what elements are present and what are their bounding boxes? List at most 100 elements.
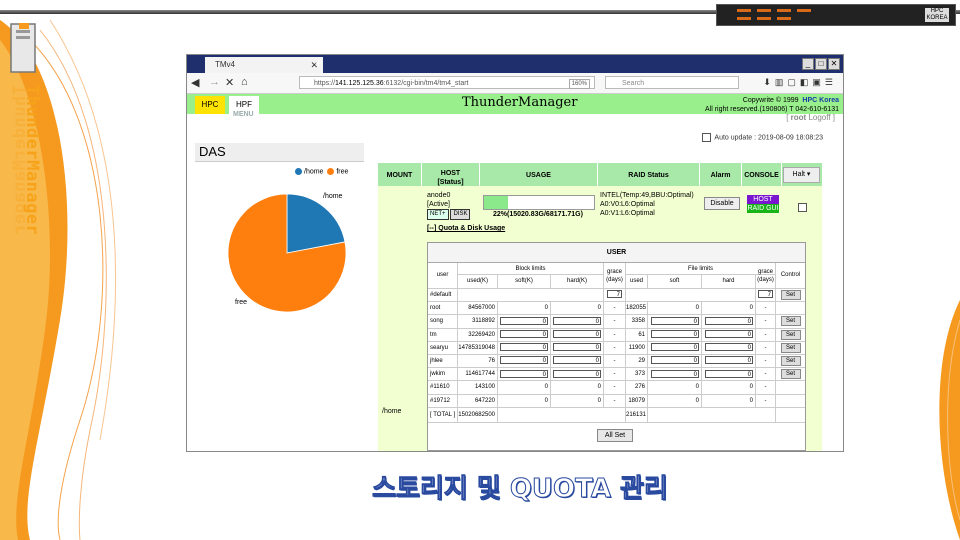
cell-hard-input[interactable]: 0: [705, 369, 753, 378]
col-fgrace: grace (days): [756, 263, 776, 288]
cell-hard-input[interactable]: 0: [705, 343, 753, 352]
cell-hard-k: 0: [551, 302, 604, 315]
cell-hard-k: 0: [551, 341, 604, 354]
cell-soft-k-input[interactable]: 0: [500, 316, 548, 325]
cell-grace: -: [604, 341, 626, 354]
cell-fgrace: -: [756, 354, 776, 368]
all-set-button[interactable]: All Set: [597, 429, 633, 442]
cell-used-k: 76: [458, 354, 498, 368]
table-row: jwkim 114617744 0 0-373 0 0- Set: [428, 368, 805, 382]
cell-control: Set: [776, 368, 805, 380]
toolbar-icons[interactable]: ⬇▥▢◧▣☰: [763, 77, 837, 88]
table-row: #19712 647220 0 0-18079 0 0-: [428, 394, 805, 408]
cell-hard-input[interactable]: 0: [705, 356, 753, 365]
set-button[interactable]: Set: [780, 329, 801, 340]
cell-hard: 0: [702, 394, 756, 407]
default-grace: 7: [604, 289, 626, 302]
copyright-line2: All right reserved.(190806) T 042-610-61…: [705, 106, 839, 113]
cell-hard-k-input[interactable]: 0: [553, 356, 601, 365]
cell-soft-input[interactable]: 0: [651, 329, 699, 338]
logoff-link[interactable]: Logoff: [808, 113, 830, 122]
cell-user: jwkim: [428, 368, 458, 381]
tab-hpc[interactable]: HPC: [195, 96, 225, 114]
cell-grace: -: [604, 394, 626, 407]
zoom-level[interactable]: 160%: [568, 79, 590, 89]
cell-control: Set: [776, 329, 805, 341]
cell-soft-k: 0: [498, 315, 551, 328]
brand-vertical: ThunderManager ThunderManager: [10, 85, 42, 265]
home-icon[interactable]: ⌂: [241, 76, 248, 88]
back-icon[interactable]: ◀: [191, 76, 199, 89]
close-window-icon[interactable]: ✕: [828, 58, 840, 70]
row-checkbox[interactable]: [798, 199, 807, 217]
col-grace: grace (days): [604, 263, 626, 288]
halt-select[interactable]: Halt ▾: [783, 167, 820, 183]
alarm-disable-button[interactable]: Disable: [704, 197, 740, 210]
cell-used: 276: [626, 381, 648, 394]
forward-icon[interactable]: →: [209, 76, 220, 88]
table-row: tm 32269420 0 0-61 0 0- Set: [428, 328, 805, 342]
browser-tab[interactable]: TMv4 ✕: [205, 57, 323, 73]
cell-control: [776, 381, 805, 393]
set-button[interactable]: Set: [780, 369, 801, 380]
cell-hard-k-input[interactable]: 0: [553, 369, 601, 378]
cell-hard-input[interactable]: 0: [705, 316, 753, 325]
set-button[interactable]: Set: [780, 316, 801, 327]
auto-update-checkbox[interactable]: [701, 133, 711, 142]
table-row: jhlee 76 0 0-29 0 0- Set: [428, 354, 805, 369]
das-panel: MOUNT HOST [Status] USAGE RAID Status Ala…: [378, 163, 822, 451]
net-button[interactable]: NET+: [427, 209, 449, 220]
cell-soft-k-input[interactable]: 0: [500, 329, 548, 338]
usage-bar-fill: [484, 196, 509, 209]
default-grace-input[interactable]: 7: [607, 290, 622, 299]
cell-soft-input[interactable]: 0: [651, 369, 699, 378]
col-file-limits: File limits: [626, 263, 776, 275]
set-button[interactable]: Set: [780, 342, 801, 353]
cell-soft-input[interactable]: 0: [651, 343, 699, 352]
cell-grace: -: [604, 302, 626, 315]
disk-button[interactable]: DISK: [450, 209, 471, 220]
cell-hard-k-input[interactable]: 0: [553, 329, 601, 338]
cell-user: #11610: [428, 381, 458, 394]
cell-soft-k: 0: [498, 368, 551, 381]
maximize-icon[interactable]: □: [815, 58, 827, 70]
usage-pie-chart: [227, 193, 347, 313]
cell-hard-k-input[interactable]: 0: [553, 343, 601, 352]
cell-hard-input[interactable]: 0: [705, 329, 753, 338]
quota-link[interactable]: [--] Quota & Disk Usage: [427, 225, 505, 232]
console-host-button[interactable]: HOST: [747, 195, 779, 204]
default-file-spacer: [626, 289, 756, 302]
url-bar[interactable]: https://141.125.125.36:6132/cgi-bin/tm4/…: [299, 76, 595, 89]
set-button[interactable]: Set: [780, 290, 801, 300]
cell-soft-input[interactable]: 0: [651, 316, 699, 325]
minimize-icon[interactable]: _: [802, 58, 814, 70]
row-checkbox-box[interactable]: [798, 203, 807, 213]
cell-hard-k: 0: [551, 315, 604, 328]
cell-used: 29: [626, 354, 648, 368]
cell-grace: -: [604, 328, 626, 341]
auto-update[interactable]: Auto update : 2019-08-09 18:08:23: [701, 133, 823, 142]
cell-soft: 0: [648, 354, 702, 368]
cell-hard: 0: [702, 368, 756, 381]
new-tab-icon[interactable]: +: [315, 56, 322, 70]
pie-label-free: free: [235, 299, 248, 306]
cell-soft-k-input[interactable]: 0: [500, 343, 548, 352]
mount-value: /home: [382, 408, 402, 415]
stop-icon[interactable]: ✕: [225, 76, 234, 89]
default-label: #default: [428, 289, 458, 302]
cell-soft-k-input[interactable]: 0: [500, 356, 548, 365]
brand-link[interactable]: HPC Korea: [802, 97, 839, 104]
cell-used-k: 14785319048: [458, 341, 498, 354]
cell-hard-k-input[interactable]: 0: [553, 316, 601, 325]
login-status: [ root Logoff ]: [786, 113, 835, 122]
default-fgrace-input[interactable]: 7: [758, 290, 773, 299]
cell-control: Set: [776, 355, 805, 367]
set-button[interactable]: Set: [780, 355, 801, 366]
search-input[interactable]: Search: [605, 76, 739, 89]
cell-soft-input[interactable]: 0: [651, 356, 699, 365]
raid-line3: A0:V1:L6:Optimal: [600, 210, 655, 217]
console-raid-gui-button[interactable]: RAID GUI: [747, 204, 779, 213]
total-used: 15020682500: [458, 407, 498, 422]
cell-soft-k-input[interactable]: 0: [500, 369, 548, 378]
menu-button[interactable]: MENU: [233, 111, 254, 118]
